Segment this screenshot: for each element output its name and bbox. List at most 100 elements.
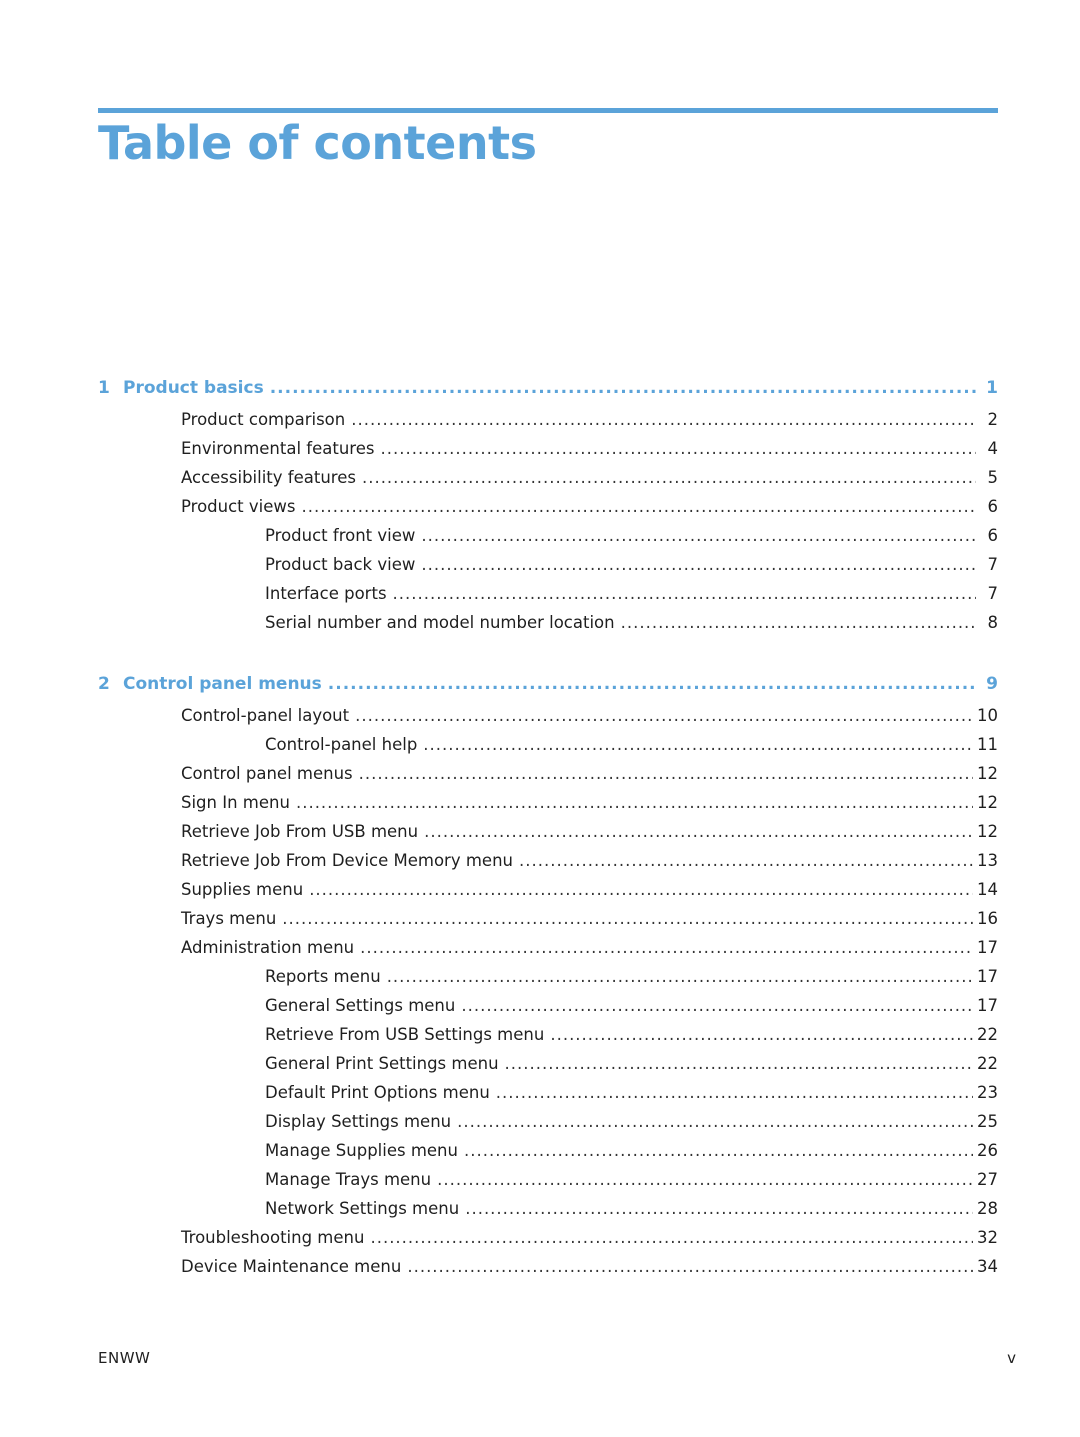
toc-entry[interactable]: Display Settings menu 25 <box>98 1107 998 1136</box>
dot-leader <box>621 608 976 637</box>
title-rule <box>98 108 998 113</box>
entry-title: Control-panel help <box>265 735 418 754</box>
toc-entry[interactable]: Default Print Options menu 23 <box>98 1078 998 1107</box>
toc-entry[interactable]: Control-panel layout 10 <box>98 701 998 730</box>
page-number: 22 <box>977 1054 998 1073</box>
toc-chapter-1[interactable]: 1 Product basics 1 <box>98 374 998 403</box>
page-number: 23 <box>977 1083 998 1102</box>
dot-leader <box>423 730 973 759</box>
toc-entry[interactable]: Product back view 7 <box>98 550 998 579</box>
toc-entry[interactable]: Sign In menu 12 <box>98 788 998 817</box>
toc-entry[interactable]: Product comparison 2 <box>98 405 998 434</box>
toc-entry[interactable]: Administration menu 17 <box>98 933 998 962</box>
dot-leader <box>407 1252 973 1281</box>
toc-entry[interactable]: Product front view 6 <box>98 521 998 550</box>
page-number: 16 <box>977 909 998 928</box>
dot-leader <box>457 1107 973 1136</box>
entry-title: Device Maintenance menu <box>181 1257 402 1276</box>
chapter-title: 1 Product basics <box>98 374 270 403</box>
page-number: 7 <box>987 584 999 603</box>
toc-entry[interactable]: Retrieve From USB Settings menu 22 <box>98 1020 998 1049</box>
toc-entry[interactable]: Accessibility features 5 <box>98 463 998 492</box>
entry-title: General Print Settings menu <box>265 1054 499 1073</box>
toc-entry[interactable]: Manage Supplies menu 26 <box>98 1136 998 1165</box>
toc-entry[interactable]: Trays menu 16 <box>98 904 998 933</box>
entry-title: Environmental features <box>181 439 375 458</box>
toc-entry[interactable]: General Settings menu 17 <box>98 991 998 1020</box>
page-number: 17 <box>977 996 998 1015</box>
dot-leader <box>328 670 976 699</box>
page-number: 10 <box>977 706 998 725</box>
entry-title: Serial number and model number location <box>265 613 615 632</box>
page-number: 9 <box>986 674 998 694</box>
page-number: 7 <box>987 555 999 574</box>
dot-leader <box>393 579 976 608</box>
toc-chapter-2[interactable]: 2 Control panel menus 9 <box>98 670 998 699</box>
toc-entry[interactable]: Retrieve Job From USB menu 12 <box>98 817 998 846</box>
dot-leader <box>387 962 973 991</box>
page-number: 17 <box>977 967 998 986</box>
dot-leader <box>465 1194 973 1223</box>
entry-title: Interface ports <box>265 584 387 603</box>
entry-title: Network Settings menu <box>265 1199 460 1218</box>
page-number: 25 <box>977 1112 998 1131</box>
dot-leader <box>380 434 976 463</box>
page-number: 11 <box>977 735 998 754</box>
dot-leader <box>505 1049 973 1078</box>
entry-title: Control-panel layout <box>181 706 350 725</box>
page-number: 26 <box>977 1141 998 1160</box>
chapter-title-text: Product basics <box>123 378 264 398</box>
entry-title: Display Settings menu <box>265 1112 452 1131</box>
toc-entry[interactable]: Product views 6 <box>98 492 998 521</box>
dot-leader <box>550 1020 973 1049</box>
entry-title: Control panel menus <box>181 764 353 783</box>
page-number: 32 <box>977 1228 998 1247</box>
chapter-number: 2 <box>98 674 110 694</box>
dot-leader <box>360 933 973 962</box>
entry-title: Supplies menu <box>181 880 304 899</box>
page-number: 28 <box>977 1199 998 1218</box>
dot-leader <box>302 492 977 521</box>
entry-title: Manage Trays menu <box>265 1170 432 1189</box>
footer-locale: ENWW <box>98 1349 151 1367</box>
chapter-title: 2 Control panel menus <box>98 670 328 699</box>
toc-entry[interactable]: Network Settings menu 28 <box>98 1194 998 1223</box>
toc-entry[interactable]: Reports menu 17 <box>98 962 998 991</box>
page-number: 14 <box>977 880 998 899</box>
toc-entry[interactable]: Supplies menu 14 <box>98 875 998 904</box>
page-number: 5 <box>987 468 999 487</box>
entry-title: Product comparison <box>181 410 346 429</box>
page-number: 12 <box>977 764 998 783</box>
toc-entry[interactable]: Troubleshooting menu 32 <box>98 1223 998 1252</box>
entry-title: Product front view <box>265 526 416 545</box>
toc-entry[interactable]: Manage Trays menu 27 <box>98 1165 998 1194</box>
page-number: 17 <box>977 938 998 957</box>
toc-entry[interactable]: Device Maintenance menu 34 <box>98 1252 998 1281</box>
toc-entry[interactable]: Environmental features 4 <box>98 434 998 463</box>
dot-leader <box>282 904 973 933</box>
page-number: 2 <box>987 410 999 429</box>
toc-entry[interactable]: General Print Settings menu 22 <box>98 1049 998 1078</box>
toc-entry[interactable]: Serial number and model number location 8 <box>98 608 998 637</box>
dot-leader <box>496 1078 973 1107</box>
toc-entry[interactable]: Control-panel help 11 <box>98 730 998 759</box>
entry-title: General Settings menu <box>265 996 456 1015</box>
chapter-number: 1 <box>98 378 110 398</box>
dot-leader <box>370 1223 973 1252</box>
dot-leader <box>355 701 973 730</box>
entry-title: Manage Supplies menu <box>265 1141 458 1160</box>
footer-page-number: v <box>1007 1349 1016 1367</box>
entry-title: Product back view <box>265 555 416 574</box>
toc-entry[interactable]: Retrieve Job From Device Memory menu 13 <box>98 846 998 875</box>
entry-title: Trays menu <box>181 909 277 928</box>
dot-leader <box>421 550 976 579</box>
entry-title: Administration menu <box>181 938 355 957</box>
page-number: 12 <box>977 793 998 812</box>
toc-entry[interactable]: Control panel menus 12 <box>98 759 998 788</box>
entry-title: Sign In menu <box>181 793 290 812</box>
entry-title: Retrieve From USB Settings menu <box>265 1025 545 1044</box>
page-number: 8 <box>987 613 999 632</box>
toc-entry[interactable]: Interface ports 7 <box>98 579 998 608</box>
page-number: 6 <box>987 497 999 516</box>
dot-leader <box>362 463 976 492</box>
